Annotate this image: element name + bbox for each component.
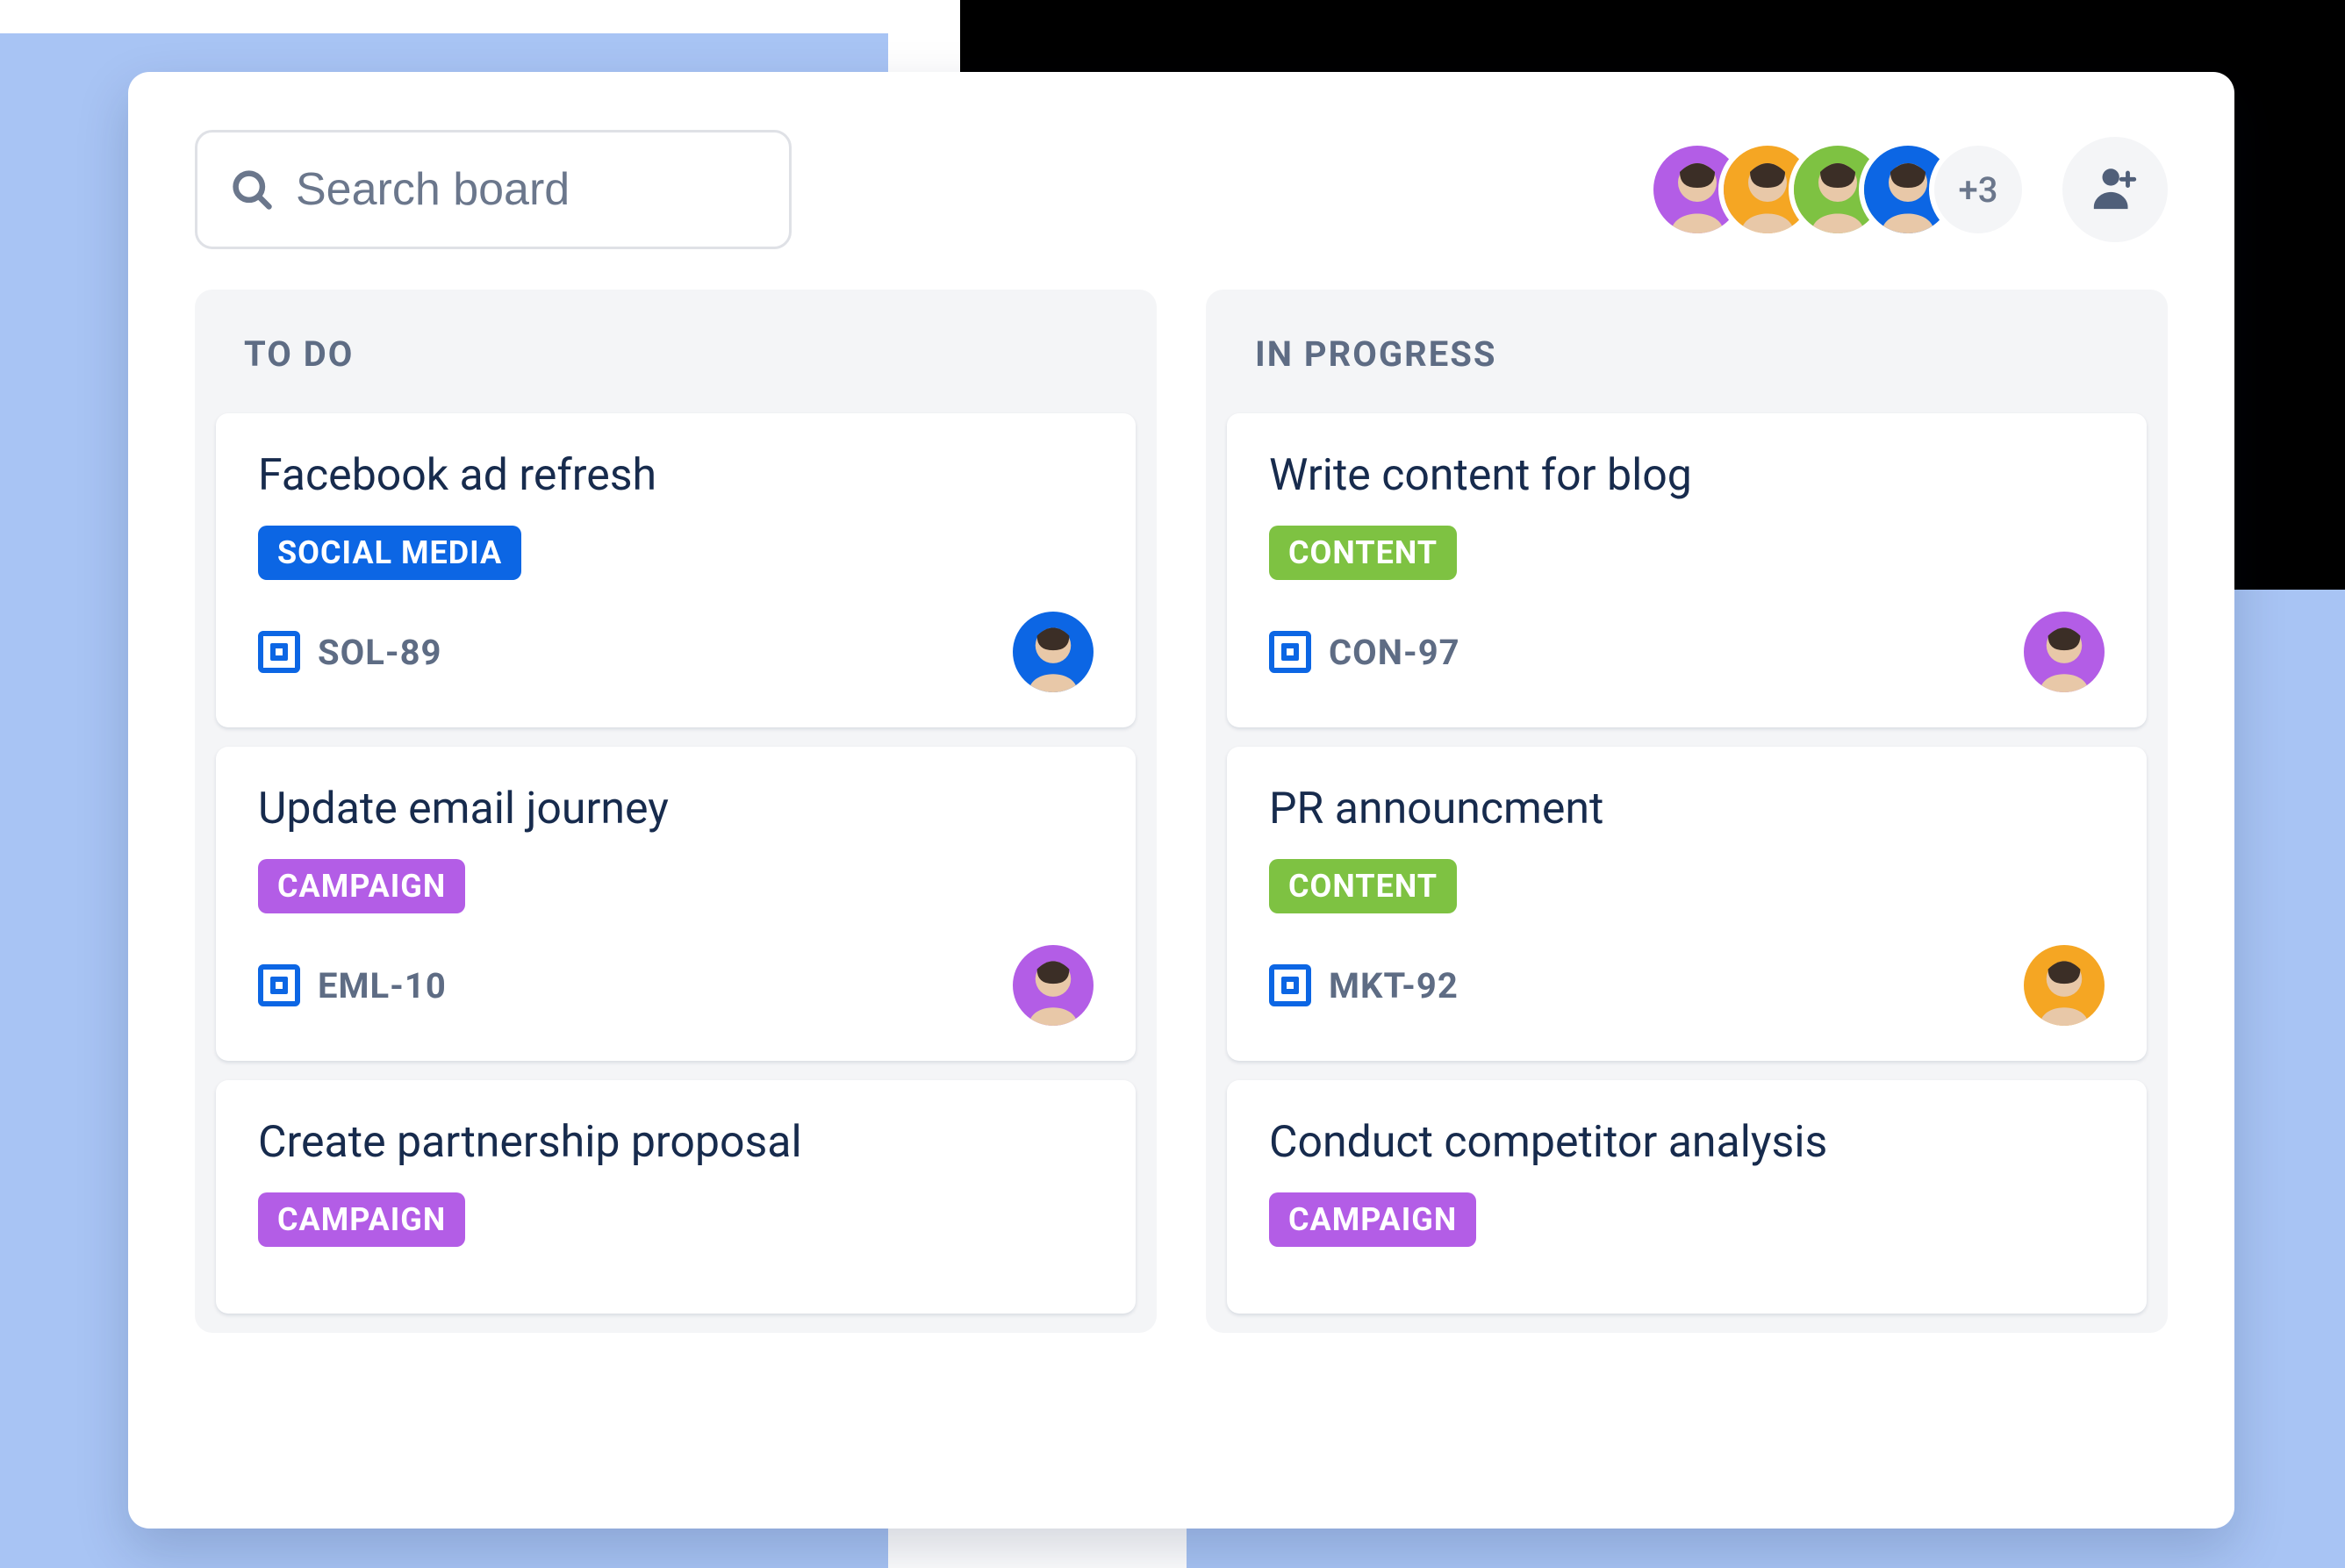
board-columns: TO DO Facebook ad refresh SOCIAL MEDIA SOL-…	[195, 290, 2168, 1333]
column-title: TO DO	[216, 321, 1136, 413]
label-chip: CAMPAIGN	[258, 859, 465, 913]
card[interactable]: Facebook ad refresh SOCIAL MEDIA SOL-89	[216, 413, 1136, 727]
card[interactable]: Create partnership proposal CAMPAIGN	[216, 1080, 1136, 1314]
card-footer: MKT-92	[1269, 945, 2105, 1026]
issue-ref: SOL-89	[258, 631, 442, 673]
card-footer: SOL-89	[258, 612, 1094, 692]
card-title: Write content for blog	[1269, 450, 2105, 501]
search-box[interactable]	[195, 130, 792, 249]
card-footer: CON-97	[1269, 612, 2105, 692]
issue-key: SOL-89	[318, 632, 442, 673]
card-title: Conduct competitor analysis	[1269, 1117, 2105, 1168]
add-user-button[interactable]	[2062, 137, 2168, 242]
label-chip: CONTENT	[1269, 859, 1457, 913]
column: IN PROGRESS Write content for blog CONTENT…	[1206, 290, 2168, 1333]
topbar: +3	[195, 130, 2168, 249]
issue-ref: MKT-92	[1269, 964, 1459, 1006]
label-chip: CONTENT	[1269, 526, 1457, 580]
issue-ref: EML-10	[258, 964, 447, 1006]
search-input[interactable]	[296, 163, 757, 216]
label-chip: CAMPAIGN	[258, 1192, 465, 1247]
card-title: Create partnership proposal	[258, 1117, 1094, 1168]
issue-key: EML-10	[318, 965, 447, 1006]
topbar-right: +3	[1648, 137, 2168, 242]
issue-type-icon	[1269, 964, 1311, 1006]
assignee-avatar[interactable]	[1013, 612, 1094, 692]
issue-type-icon	[258, 631, 300, 673]
member-avatar-overflow[interactable]: +3	[1929, 140, 2027, 239]
card-title: Update email journey	[258, 784, 1094, 834]
card-footer: EML-10	[258, 945, 1094, 1026]
card[interactable]: Update email journey CAMPAIGN EML-10	[216, 747, 1136, 1061]
board-window: +3 TO DO Facebook ad refresh SOCIAL MEDIA S…	[128, 72, 2234, 1529]
card[interactable]: Conduct competitor analysis CAMPAIGN	[1227, 1080, 2147, 1314]
card[interactable]: PR announcment CONTENT MKT-92	[1227, 747, 2147, 1061]
issue-ref: CON-97	[1269, 631, 1460, 673]
member-avatars: +3	[1648, 140, 2027, 239]
assignee-avatar[interactable]	[1013, 945, 1094, 1026]
card-title: Facebook ad refresh	[258, 450, 1094, 501]
column: TO DO Facebook ad refresh SOCIAL MEDIA SOL-…	[195, 290, 1157, 1333]
issue-type-icon	[258, 964, 300, 1006]
label-chip: SOCIAL MEDIA	[258, 526, 521, 580]
assignee-avatar[interactable]	[2024, 945, 2105, 1026]
issue-type-icon	[1269, 631, 1311, 673]
card[interactable]: Write content for blog CONTENT CON-97	[1227, 413, 2147, 727]
label-chip: CAMPAIGN	[1269, 1192, 1476, 1247]
add-user-icon	[2090, 162, 2141, 217]
issue-key: CON-97	[1329, 632, 1460, 673]
issue-key: MKT-92	[1329, 965, 1459, 1006]
assignee-avatar[interactable]	[2024, 612, 2105, 692]
column-title: IN PROGRESS	[1227, 321, 2147, 413]
search-icon	[229, 167, 275, 212]
card-title: PR announcment	[1269, 784, 2105, 834]
